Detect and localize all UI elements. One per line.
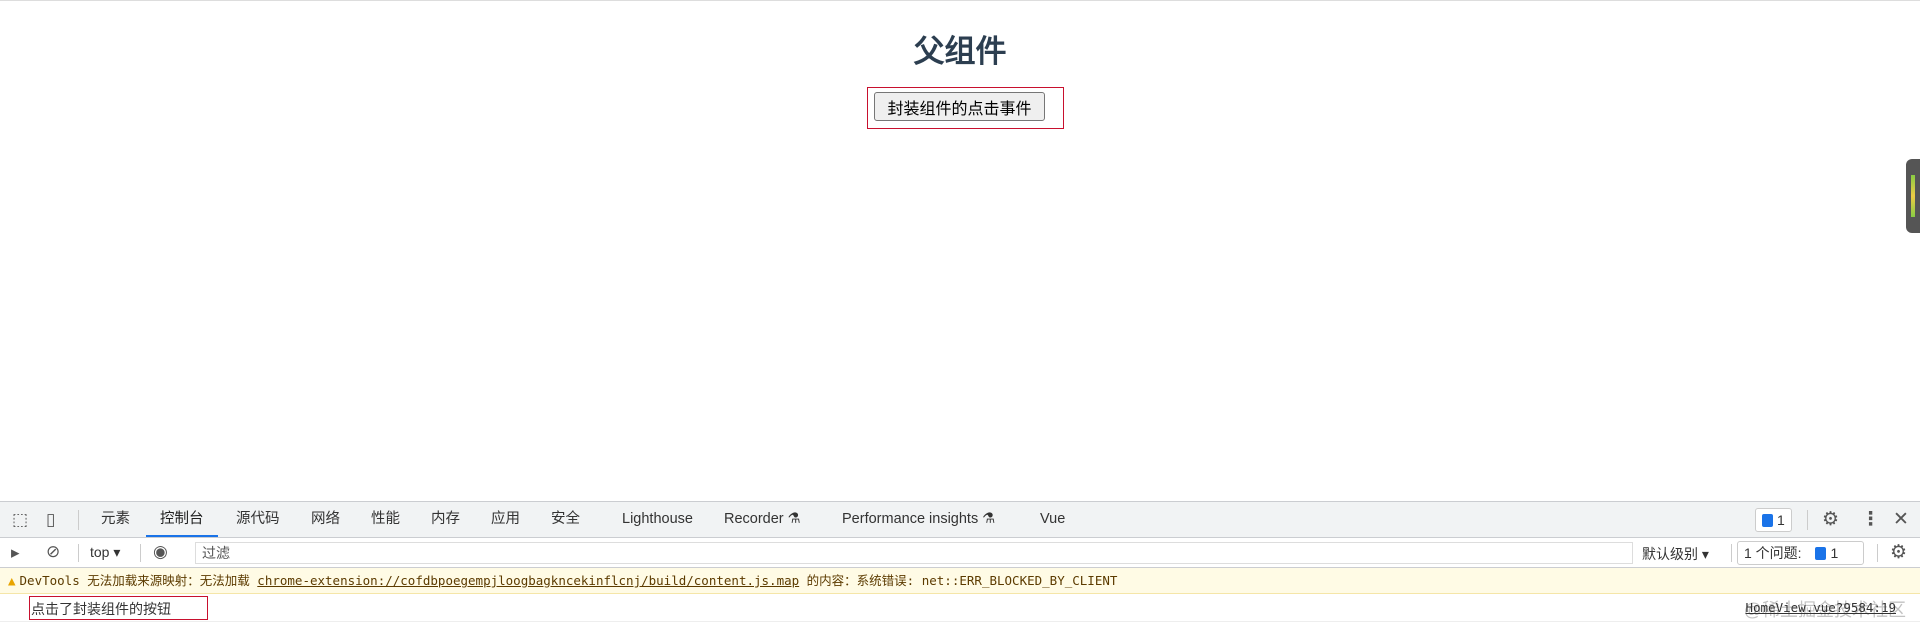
issues-badge[interactable]: 1 [1755, 508, 1792, 532]
tab-application[interactable]: 应用 [491, 502, 520, 537]
custom-component-button[interactable]: 封装组件的点击事件 [874, 92, 1045, 121]
side-extension-handle[interactable] [1906, 159, 1920, 233]
tab-memory[interactable]: 内存 [431, 502, 460, 537]
divider [140, 544, 141, 562]
context-value: top [90, 544, 110, 560]
context-selector[interactable]: top ▾ [90, 544, 120, 561]
source-map-link[interactable]: chrome-extension://cofdbpoegempjloogbagk… [257, 573, 799, 588]
filter-input[interactable]: 过滤 [195, 542, 1633, 564]
console-toolbar: ▸ ⊘ top ▾ ◉ 过滤 默认级别 ▾ 1 个问题: 1 ⚙ [0, 538, 1920, 568]
divider [78, 544, 79, 562]
issues-count: 1 [1830, 545, 1839, 561]
tab-performance-insights[interactable]: Performance insights ⚗ [842, 502, 995, 537]
issues-label: 1 个问题: [1744, 545, 1802, 561]
warning-error: 的内容：系统错误: net::ERR_BLOCKED_BY_CLIENT [799, 573, 1118, 588]
log-level-selector[interactable]: 默认级别 ▾ [1642, 544, 1709, 564]
divider [1807, 510, 1808, 530]
devtools-panel: ⬚ ▯ 元素 控制台 源代码 网络 性能 内存 应用 安全 Lighthouse… [0, 501, 1920, 627]
page-title: 父组件 [913, 34, 1007, 69]
issues-button[interactable]: 1 个问题: 1 [1737, 541, 1864, 565]
log-message: 点击了封装组件的按钮 [31, 601, 171, 617]
tab-label: Performance insights [842, 511, 979, 527]
inspect-element-icon[interactable]: ⬚ [12, 511, 28, 528]
tab-vue[interactable]: Vue [1040, 502, 1065, 537]
tab-label: Recorder [724, 511, 784, 527]
tab-elements[interactable]: 元素 [101, 502, 130, 537]
settings-gear-icon[interactable]: ⚙ [1822, 510, 1839, 529]
tab-recorder[interactable]: Recorder ⚗ [724, 502, 801, 537]
tab-security[interactable]: 安全 [551, 502, 580, 537]
devtools-tabbar: ⬚ ▯ 元素 控制台 源代码 网络 性能 内存 应用 安全 Lighthouse… [0, 502, 1920, 538]
device-toggle-icon[interactable]: ▯ [46, 511, 55, 528]
log-level-value: 默认级别 [1642, 546, 1698, 562]
console-log-row: 点击了封装组件的按钮 @稀土掘金技术社区 HomeView.vue?9584:1… [0, 594, 1920, 622]
issue-icon [1815, 547, 1827, 560]
tab-console[interactable]: 控制台 [146, 502, 218, 537]
divider [78, 510, 79, 530]
console-settings-icon[interactable]: ⚙ [1890, 543, 1907, 562]
divider [1731, 544, 1732, 562]
warning-icon: ▲ [8, 573, 16, 588]
close-devtools-icon[interactable]: ✕ [1893, 510, 1909, 529]
clear-console-icon[interactable]: ⊘ [46, 543, 60, 560]
issue-icon [1762, 514, 1773, 527]
live-expression-eye-icon[interactable]: ◉ [153, 543, 168, 560]
issues-badge-count: 1 [1777, 512, 1785, 528]
console-warning-row: ▲ DevTools 无法加载来源映射：无法加载 chrome-extension… [0, 568, 1920, 594]
flask-icon: ⚗ [982, 511, 996, 527]
log-source-link[interactable]: HomeView.vue?9584:19 [1745, 600, 1896, 615]
sidebar-toggle-icon[interactable]: ▸ [11, 544, 20, 561]
flask-icon: ⚗ [787, 511, 801, 527]
tab-lighthouse[interactable]: Lighthouse [622, 502, 693, 537]
tab-performance[interactable]: 性能 [371, 502, 400, 537]
warning-text: DevTools 无法加载来源映射：无法加载 [19, 573, 258, 588]
divider [1877, 544, 1878, 562]
tab-network[interactable]: 网络 [311, 502, 340, 537]
top-border [0, 0, 1920, 1]
tab-sources[interactable]: 源代码 [236, 502, 280, 537]
more-options-icon[interactable]: ⋮ [1861, 510, 1880, 529]
